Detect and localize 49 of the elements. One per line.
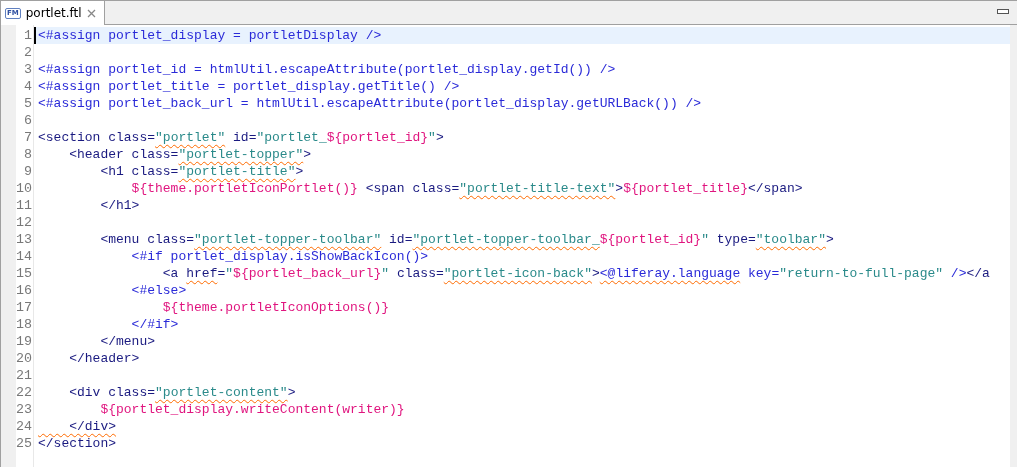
- line-number: 23: [16, 401, 33, 418]
- line-number: 11: [16, 197, 33, 214]
- line-number: 19: [16, 333, 33, 350]
- code-line: <a href="${portlet_back_url}" class="portlet-icon-back"><@liferay.language key="return-to-full-page" /></a: [161, 266, 990, 281]
- code-line: <#else>: [130, 283, 187, 298]
- code-line: <header class="portlet-topper">: [68, 147, 312, 162]
- code-line: </menu>: [99, 334, 156, 349]
- line-number: 5: [23, 95, 33, 112]
- code-line: <menu class="portlet-topper-toolbar" id="portlet-topper-toolbar_${portlet_id}" type="toolbar">: [99, 232, 834, 247]
- line-number: 13: [16, 231, 33, 248]
- line-number: 21: [16, 367, 33, 384]
- line-number: 16: [16, 282, 33, 299]
- line-number: 6: [23, 112, 33, 129]
- line-number: 20: [16, 350, 33, 367]
- close-icon[interactable]: [86, 8, 96, 18]
- line-number: 4: [23, 78, 33, 95]
- minimize-button[interactable]: [997, 9, 1009, 14]
- code-line: <h1 class="portlet-title">: [99, 164, 304, 179]
- line-number: 22: [16, 384, 33, 401]
- code-line: <#assign portlet_back_url = htmlUtil.escapeAttribute(portlet_display.getURLBack()) />: [38, 96, 702, 111]
- code-line: <div class="portlet-content">: [68, 385, 296, 400]
- line-number: 25: [16, 435, 33, 452]
- code-line: </#if>: [130, 317, 179, 332]
- code-line: <#assign portlet_display = portletDisplay />: [38, 28, 382, 43]
- line-number: 2: [23, 44, 33, 61]
- line-number: 10: [16, 180, 33, 197]
- line-number: 17: [16, 299, 33, 316]
- code-line: </section>: [38, 436, 116, 451]
- code-line: <#if portlet_display.isShowBackIcon()>: [130, 249, 429, 264]
- line-number: 18: [16, 316, 33, 333]
- scroll-bar[interactable]: [1010, 25, 1017, 467]
- line-number: 14: [16, 248, 33, 265]
- code-line: <section class="portlet" id="portlet_${portlet_id}">: [38, 130, 444, 145]
- line-number: 24: [16, 418, 33, 435]
- code-line: ${theme.portletIconOptions()}: [161, 300, 390, 315]
- code-line: ${portlet_display.writeContent(writer)}: [99, 402, 405, 417]
- line-number: 12: [16, 214, 33, 231]
- line-number: 9: [23, 163, 33, 180]
- code-line: <#assign portlet_id = htmlUtil.escapeAttribute(portlet_display.getId()) />: [38, 62, 616, 77]
- code-line: ${theme.portletIconPortlet()} <span class="portlet-title-text">${portlet_title}</span>: [130, 181, 803, 196]
- line-number: 7: [23, 129, 33, 146]
- line-number: 1: [23, 27, 33, 44]
- code-line: </header>: [68, 351, 140, 366]
- code-line: <#assign portlet_title = portlet_display.getTitle() />: [38, 79, 460, 94]
- line-number: 8: [23, 146, 33, 163]
- code-line: </h1>: [99, 198, 140, 213]
- line-number: 3: [23, 61, 33, 78]
- code-line: </div>: [68, 419, 116, 434]
- line-number: 15: [16, 265, 33, 282]
